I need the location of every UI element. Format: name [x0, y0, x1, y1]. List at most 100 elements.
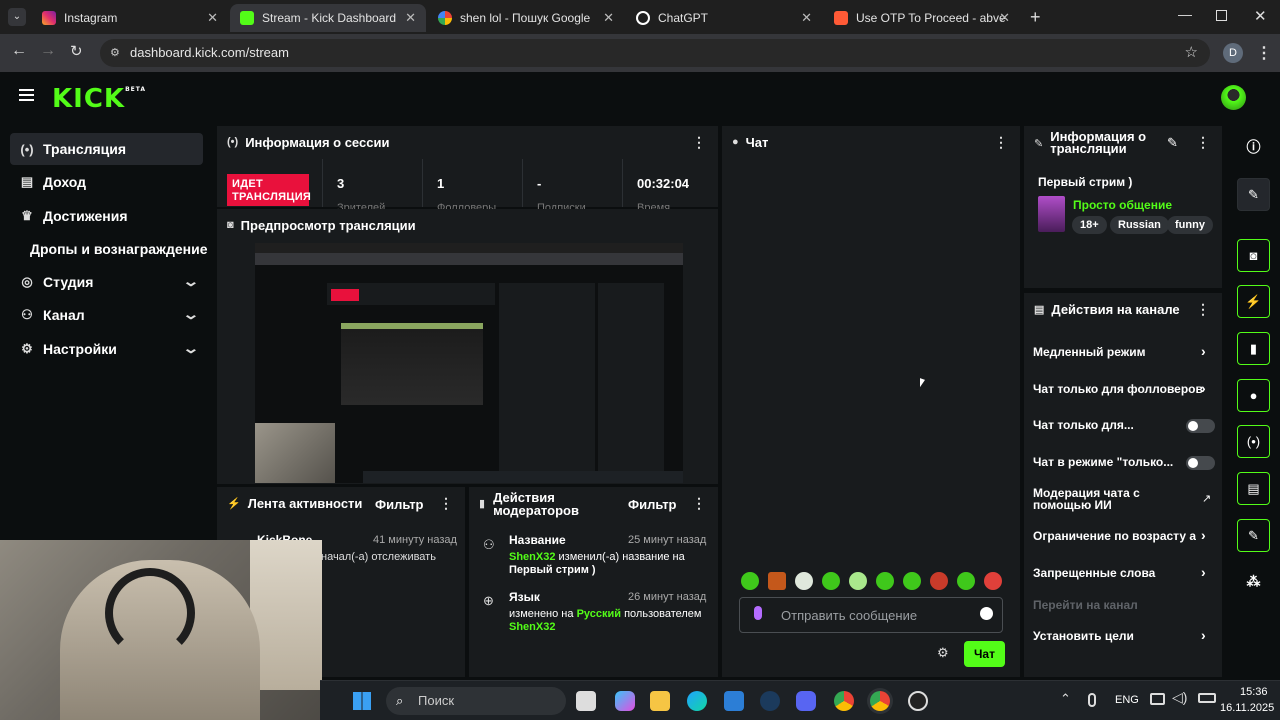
bookmark-star-icon[interactable]: ☆ — [1185, 39, 1198, 67]
chevron-right-icon[interactable]: › — [1201, 527, 1206, 543]
emote-only-toggle[interactable] — [1186, 456, 1215, 470]
chat-settings-icon[interactable]: ⚙ — [937, 645, 949, 661]
apps-icon[interactable]: ⁂ — [1237, 565, 1270, 598]
battery-icon[interactable] — [1198, 693, 1216, 703]
emote-icon[interactable] — [795, 572, 813, 590]
close-icon[interactable]: ✕ — [207, 10, 218, 26]
kebab-menu-icon[interactable]: ⋮ — [692, 495, 706, 512]
sidebar-item-stream[interactable]: (•) Трансляция — [10, 133, 203, 165]
reload-icon[interactable]: ↻ — [70, 42, 83, 60]
chat-message-input[interactable]: Отправить сообщение — [739, 597, 1003, 633]
tab-chatgpt[interactable]: ChatGPT ✕ — [626, 4, 822, 32]
filter-button[interactable]: Фильтр — [375, 497, 424, 512]
new-tab-button[interactable]: + — [1030, 7, 1041, 28]
copilot-icon[interactable] — [615, 691, 635, 711]
kebab-menu-icon[interactable]: ⋮ — [1196, 134, 1210, 151]
set-goals-action[interactable]: Установить цели — [1033, 629, 1134, 643]
wrench-icon[interactable]: ✎ — [1237, 519, 1270, 552]
tab-search-icon[interactable]: ⌄ — [8, 8, 26, 26]
microphone-tray-icon[interactable] — [1088, 693, 1096, 707]
language-indicator[interactable]: ENG — [1115, 694, 1139, 706]
category-thumbnail[interactable] — [1038, 196, 1065, 232]
banned-words-action[interactable]: Запрещенные слова — [1033, 566, 1155, 580]
emote-icon[interactable] — [768, 572, 786, 590]
kick-logo[interactable]: KICKBETA — [52, 84, 146, 114]
kebab-menu-icon[interactable]: ⋮ — [692, 134, 706, 151]
browser-menu-icon[interactable]: ⋮ — [1256, 43, 1272, 63]
discord-icon[interactable] — [796, 691, 816, 711]
user-avatar[interactable] — [1221, 85, 1246, 110]
microphone-icon[interactable] — [754, 606, 762, 620]
slow-mode-action[interactable]: Медленный режим — [1033, 345, 1146, 359]
url-field[interactable]: ⚙ dashboard.kick.com/stream ☆ — [100, 39, 1210, 67]
chevron-right-icon[interactable]: › — [1201, 380, 1206, 396]
hamburger-menu-icon[interactable] — [19, 89, 34, 101]
sidebar-item-studio[interactable]: ◎ Студия ⌄ — [10, 266, 203, 298]
clock-time[interactable]: 15:36 — [1240, 686, 1268, 698]
ai-moderation-action[interactable]: Модерация чата с помощью ИИ — [1033, 487, 1173, 511]
age-restriction-action[interactable]: Ограничение по возрасту а — [1033, 529, 1196, 543]
emote-icon[interactable] — [984, 572, 1002, 590]
document-icon[interactable]: ▮ — [1237, 332, 1270, 365]
close-icon[interactable]: ✕ — [603, 10, 614, 26]
maximize-button[interactable] — [1216, 10, 1227, 21]
tab-otp[interactable]: Use OTP To Proceed - abventur ✕ — [824, 4, 1020, 32]
kebab-menu-icon[interactable]: ⋮ — [439, 495, 453, 512]
close-icon[interactable]: ✕ — [999, 10, 1010, 26]
stream-preview-video[interactable] — [255, 243, 683, 483]
forward-icon[interactable]: → — [40, 42, 56, 60]
tab-kick-dashboard[interactable]: Stream - Kick Dashboard ✕ — [230, 4, 426, 32]
close-icon[interactable]: ✕ — [801, 10, 812, 26]
network-icon[interactable] — [1150, 693, 1165, 705]
emote-icon[interactable] — [930, 572, 948, 590]
sidebar-item-settings[interactable]: ⚙ Настройки ⌄ — [10, 333, 203, 365]
emote-icon[interactable] — [903, 572, 921, 590]
edit-pencil-icon[interactable]: ✎ — [1167, 135, 1178, 151]
external-link-icon[interactable]: ↗ — [1202, 492, 1211, 505]
chrome-active-icon[interactable] — [870, 691, 890, 711]
obs-icon[interactable] — [908, 691, 928, 711]
emote-icon[interactable] — [876, 572, 894, 590]
mod-user[interactable]: ShenX32 — [509, 551, 555, 563]
file-explorer-taskview-icon[interactable] — [576, 691, 596, 711]
volume-icon[interactable]: ◁) — [1172, 689, 1187, 706]
lightning-icon[interactable]: ⚡ — [1237, 285, 1270, 318]
followers-only-action[interactable]: Чат только для фолловеров — [1033, 382, 1203, 396]
subscribers-only-toggle[interactable] — [1186, 419, 1215, 433]
emote-icon[interactable] — [822, 572, 840, 590]
edit-icon[interactable]: ✎ — [1237, 178, 1270, 211]
layout-icon[interactable]: ▤ — [1237, 472, 1270, 505]
sidebar-item-income[interactable]: ▤ Доход — [10, 166, 203, 198]
tray-chevron-icon[interactable]: ⌃ — [1060, 691, 1071, 707]
chat-send-button[interactable]: Чат — [964, 641, 1005, 667]
sidebar-item-achievements[interactable]: ♛ Достижения — [10, 200, 203, 232]
sidebar-item-channel[interactable]: ⚇ Канал ⌄ — [10, 299, 203, 331]
emote-icon[interactable] — [741, 572, 759, 590]
store-icon[interactable] — [724, 691, 744, 711]
close-window-button[interactable]: ✕ — [1254, 7, 1267, 25]
kebab-menu-icon[interactable]: ⋮ — [1196, 301, 1210, 318]
mod-user[interactable]: ShenX32 — [509, 621, 555, 633]
emoji-icon[interactable] — [980, 607, 993, 620]
sidebar-item-drops[interactable]: Дропы и вознаграждение — [24, 233, 217, 265]
chevron-right-icon[interactable]: › — [1201, 627, 1206, 643]
windows-start-icon[interactable] — [353, 692, 371, 710]
kebab-menu-icon[interactable]: ⋮ — [994, 134, 1008, 151]
chevron-right-icon[interactable]: › — [1201, 564, 1206, 580]
emote-icon[interactable] — [849, 572, 867, 590]
chrome-icon[interactable] — [834, 691, 854, 711]
steam-icon[interactable] — [760, 691, 780, 711]
go-to-channel-action[interactable]: Перейти на канал — [1033, 598, 1138, 612]
profile-avatar[interactable]: D — [1223, 43, 1243, 63]
close-icon[interactable]: ✕ — [405, 10, 416, 26]
preview-icon[interactable]: ◙ — [1237, 239, 1270, 272]
clock-date[interactable]: 16.11.2025 — [1220, 702, 1274, 714]
taskbar-search[interactable]: ⌕ Поиск — [386, 687, 566, 715]
chevron-right-icon[interactable]: › — [1201, 343, 1206, 359]
info-icon[interactable]: ⓘ — [1237, 131, 1270, 164]
chat-bubble-icon[interactable]: ● — [1237, 379, 1270, 412]
broadcast-icon[interactable]: (•) — [1237, 425, 1270, 458]
category-link[interactable]: Просто общение — [1073, 198, 1172, 212]
edge-icon[interactable] — [687, 691, 707, 711]
tab-google[interactable]: shen lol - Пошук Google ✕ — [428, 4, 624, 32]
